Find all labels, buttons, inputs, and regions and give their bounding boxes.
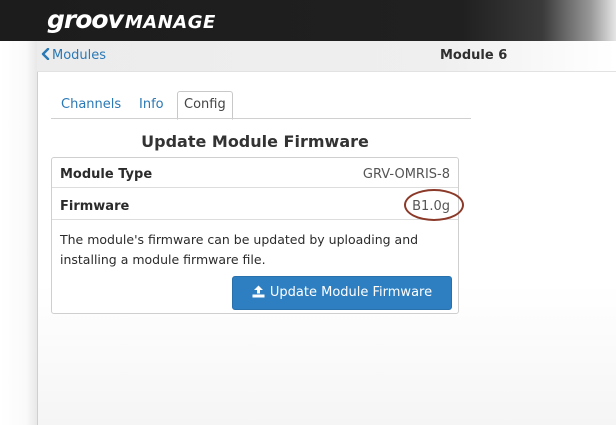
subnav-bar: Modules Module 6 bbox=[37, 41, 616, 72]
firmware-row: Firmware B1.0g bbox=[52, 189, 464, 221]
tab-divider bbox=[51, 118, 471, 119]
logo-text-groov: groov bbox=[47, 5, 124, 34]
module-type-value: GRV-OMRIS-8 bbox=[362, 167, 450, 182]
back-to-modules-link[interactable]: Modules bbox=[41, 47, 106, 65]
app-header: groov MANAGE bbox=[0, 0, 616, 41]
module-type-row: Module Type GRV-OMRIS-8 bbox=[52, 161, 458, 188]
module-title: Module 6 bbox=[440, 48, 508, 63]
section-title: Update Module Firmware bbox=[141, 132, 369, 151]
tab-info[interactable]: Info bbox=[139, 92, 164, 118]
firmware-label: Firmware bbox=[60, 199, 130, 214]
firmware-value: B1.0g bbox=[404, 189, 464, 221]
module-type-label: Module Type bbox=[60, 167, 153, 182]
firmware-description: The module's firmware can be updated by … bbox=[60, 232, 419, 267]
firmware-highlight-ring bbox=[404, 189, 464, 221]
upload-icon bbox=[252, 279, 265, 311]
tab-config[interactable]: Config bbox=[177, 91, 233, 120]
groov-manage-logo: groov MANAGE bbox=[47, 6, 216, 37]
app-window: groov MANAGE Modules Module 6 Channels In… bbox=[0, 0, 616, 425]
logo-text-manage: MANAGE bbox=[124, 12, 216, 33]
update-button-label: Update Module Firmware bbox=[269, 285, 433, 300]
update-module-firmware-button[interactable]: Update Module Firmware bbox=[232, 276, 452, 310]
chevron-left-icon bbox=[41, 47, 50, 65]
firmware-panel: Module Type GRV-OMRIS-8 Firmware B1.0g T… bbox=[51, 157, 464, 314]
back-link-label: Modules bbox=[52, 48, 107, 63]
tab-channels[interactable]: Channels bbox=[61, 92, 121, 118]
left-gutter bbox=[0, 41, 38, 425]
